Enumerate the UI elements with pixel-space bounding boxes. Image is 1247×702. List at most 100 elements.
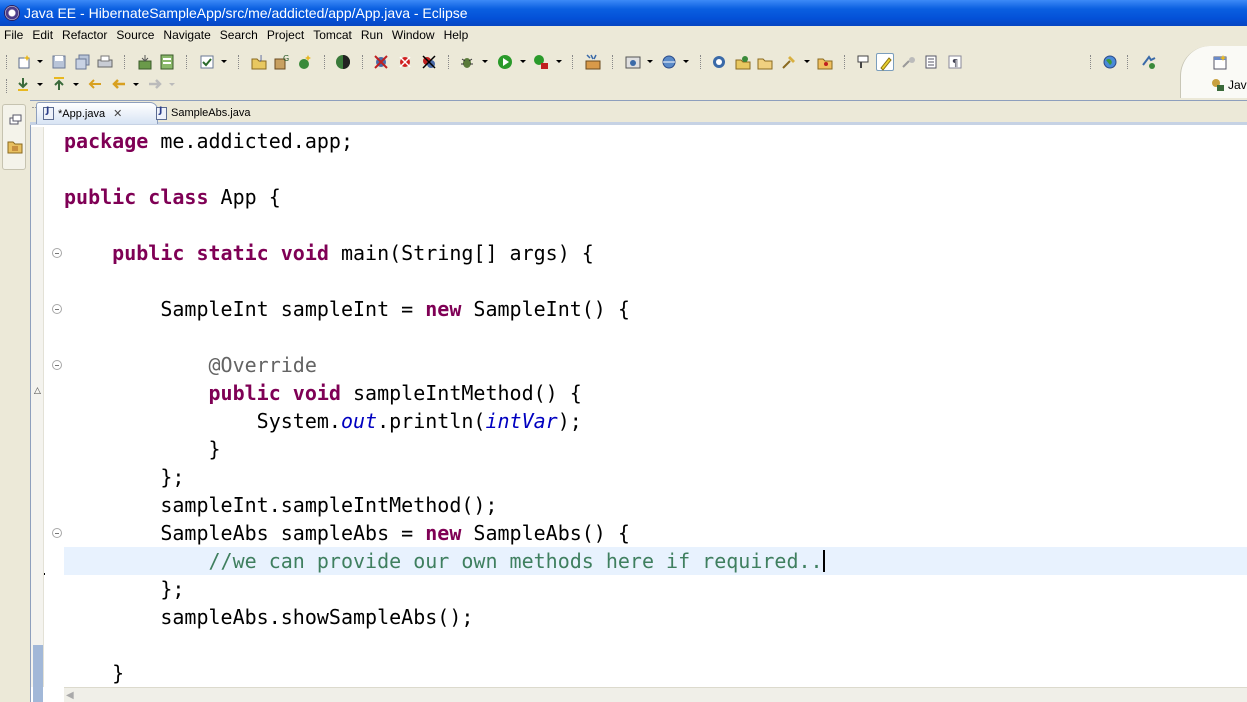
svg-text:G: G [283,54,289,63]
code-line[interactable]: @Override [64,351,1247,379]
code-line[interactable]: } [64,435,1247,463]
code-line[interactable]: SampleInt sampleInt = new SampleInt() { [64,295,1247,323]
text-cursor [822,550,825,572]
minimized-view-stack [2,104,26,170]
print-icon[interactable] [96,53,114,71]
collapse-fold-icon[interactable] [52,528,62,538]
skip-breakpoints-icon[interactable] [372,53,390,71]
menu-edit[interactable]: Edit [28,28,57,42]
new-server-icon[interactable] [624,53,642,71]
menu-help[interactable]: Help [440,28,473,42]
tab-sampleabs-java[interactable]: SampleAbs.java [150,102,270,124]
code-line[interactable] [64,155,1247,183]
save-icon[interactable] [50,53,68,71]
show-whitespace-icon[interactable]: ¶ [946,53,964,71]
code-line[interactable]: public static void main(String[] args) { [64,239,1247,267]
new-wizard-icon[interactable] [16,53,34,71]
menu-tomcat[interactable]: Tomcat [309,28,356,42]
open-folder-icon[interactable] [756,53,774,71]
new-package-icon[interactable]: G [272,53,290,71]
menu-run[interactable]: Run [357,28,387,42]
open-package-icon[interactable] [816,53,834,71]
previous-annotation-icon[interactable] [50,75,68,93]
run-icon[interactable] [496,53,514,71]
eclipse-marketplace-icon[interactable] [334,53,352,71]
code-token: .println( [377,409,486,433]
code-line[interactable] [64,323,1247,351]
external-tools-icon[interactable] [532,53,550,71]
java-perspective-icon[interactable] [1209,75,1227,93]
tab-app-java[interactable]: *App.java ✕ [36,102,158,124]
collapse-fold-icon[interactable] [52,360,62,370]
toggle-mark-occurrences-icon[interactable] [876,53,894,71]
task-icon[interactable] [198,53,216,71]
remove-breakpoint-icon[interactable] [396,53,414,71]
menu-file[interactable]: File [0,28,27,42]
change-marker[interactable] [33,645,43,702]
next-annotation-icon[interactable] [14,75,32,93]
field-token: out [340,409,378,433]
scroll-left-icon[interactable]: ◀ [66,690,74,701]
open-type-icon[interactable] [710,53,728,71]
toolbar-separator [1090,55,1092,69]
build-icon[interactable] [158,53,176,71]
keyword-token: void [292,381,341,405]
code-line[interactable]: package me.addicted.app; [64,127,1247,155]
save-all-icon[interactable] [74,53,92,71]
horizontal-scrollbar[interactable]: ◀ [64,687,1247,702]
back-icon[interactable] [110,75,128,93]
annotation-ruler[interactable] [31,127,44,702]
globe-icon[interactable] [1101,53,1119,71]
menu-project[interactable]: Project [263,28,308,42]
code-line[interactable] [64,211,1247,239]
menu-refactor[interactable]: Refactor [58,28,111,42]
code-token: App { [208,185,281,209]
java-perspective-label[interactable]: Jav [1228,78,1247,92]
menu-window[interactable]: Window [388,28,439,42]
code-editor[interactable]: package me.addicted.app; public class App… [64,127,1247,687]
forward-icon[interactable] [146,75,164,93]
servers-icon[interactable] [584,53,602,71]
highlight-icon[interactable] [900,53,918,71]
toggle-breadcrumb-icon[interactable] [854,53,872,71]
open-task-icon[interactable] [734,53,752,71]
code-line[interactable]: SampleAbs sampleAbs = new SampleAbs() { [64,519,1247,547]
code-line[interactable]: public void sampleIntMethod() { [64,379,1247,407]
code-line[interactable]: sampleAbs.showSampleAbs(); [64,603,1247,631]
open-perspective-icon[interactable] [1211,54,1229,72]
block-selection-icon[interactable] [922,53,940,71]
collapse-fold-icon[interactable] [52,248,62,258]
menu-navigate[interactable]: Navigate [159,28,214,42]
restore-icon[interactable] [6,111,24,129]
code-line[interactable]: sampleInt.sampleIntMethod(); [64,491,1247,519]
close-icon[interactable]: ✕ [113,107,122,120]
code-token: me.addicted.app; [148,129,353,153]
code-line[interactable]: }; [64,575,1247,603]
remove-all-breakpoints-icon[interactable] [420,53,438,71]
svg-text:J: J [259,54,262,62]
perspective-switch-icon[interactable] [1140,53,1158,71]
code-line[interactable]: }; [64,463,1247,491]
toolbar-grip[interactable] [6,79,8,93]
new-java-project-icon[interactable]: J [250,53,268,71]
collapse-fold-icon[interactable] [52,304,62,314]
code-line[interactable]: public class App { [64,183,1247,211]
code-line[interactable]: } [64,659,1247,687]
deploy-icon[interactable] [136,53,154,71]
toolbar-grip[interactable] [6,55,8,69]
code-line[interactable]: System.out.println(intVar); [64,407,1247,435]
package-explorer-icon[interactable] [6,137,24,155]
search-icon[interactable] [780,53,798,71]
code-line[interactable] [64,267,1247,295]
code-line[interactable] [64,631,1247,659]
menu-search[interactable]: Search [216,28,262,42]
debug-icon[interactable] [458,53,476,71]
last-edit-location-icon[interactable] [86,75,104,93]
menu-source[interactable]: Source [112,28,158,42]
eclipse-app-icon[interactable] [4,5,20,21]
web-service-icon[interactable] [660,53,678,71]
code-line[interactable]: //we can provide our own methods here if… [64,547,1247,575]
new-class-icon[interactable] [296,53,314,71]
keyword-token: void [280,241,329,265]
